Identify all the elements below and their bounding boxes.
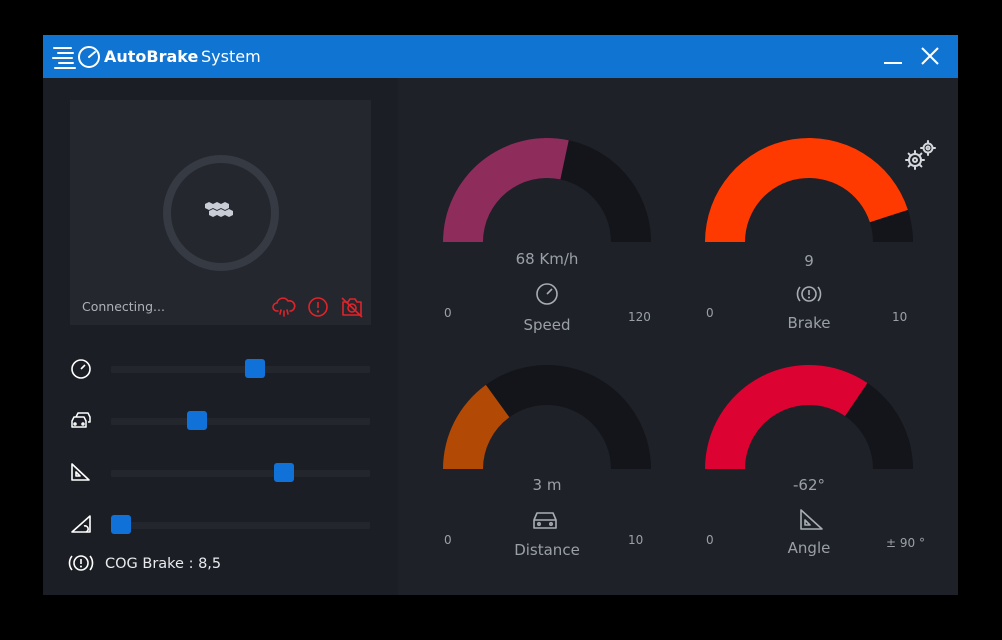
cog-brake-readout: COG Brake : 8,5 [105, 556, 222, 572]
triangle-ruler-icon [71, 463, 90, 481]
autobrake-logo-icon [52, 46, 100, 69]
app-window: AutoBrake System Connecting... COG Brake… [43, 35, 958, 595]
speed-label: Speed [523, 316, 571, 334]
angle-min: 0 [706, 533, 714, 547]
distance-slider[interactable] [111, 418, 370, 425]
angle-slider-thumb[interactable] [273, 463, 294, 482]
cars-icon [71, 412, 91, 428]
camera-off-icon [341, 297, 363, 318]
angle-gauge: -62° Angle 0 ± 90 ° [704, 365, 944, 565]
brake-gauge-arc [705, 138, 913, 242]
speed-slider[interactable] [111, 366, 370, 373]
distance-label: Distance [514, 541, 580, 559]
speed-max: 120 [628, 310, 651, 324]
distance-gauge-arc [443, 365, 651, 469]
angle-slider-row [43, 458, 398, 488]
slope-slider[interactable] [111, 522, 370, 529]
distance-value: 3 m [532, 476, 562, 494]
hexagon-cluster-icon [205, 202, 233, 217]
car-icon [533, 512, 557, 529]
brake-label: Brake [787, 314, 831, 332]
distance-gauge: 3 m Distance 0 10 [442, 365, 682, 565]
speed-gauge: 68 Km/h Speed 0 120 [442, 138, 682, 338]
app-name: AutoBrake [104, 47, 199, 66]
camera-view: Connecting... [70, 100, 371, 325]
brake-gauge: 9 Brake 0 10 [704, 138, 944, 338]
angle-gauge-arc [705, 365, 913, 469]
angle-slider[interactable] [111, 470, 370, 477]
gauge-fill [443, 138, 569, 242]
slope-icon [71, 515, 91, 533]
brake-warning-icon [796, 286, 822, 302]
distance-slider-row [43, 406, 398, 436]
speed-slider-thumb[interactable] [244, 359, 265, 378]
slope-slider-thumb[interactable] [111, 515, 131, 534]
distance-min: 0 [444, 533, 452, 547]
close-button[interactable] [916, 43, 944, 71]
speed-value: 68 Km/h [515, 250, 579, 268]
brake-warning-icon [68, 555, 94, 571]
brake-max: 10 [892, 310, 908, 324]
angle-max: ± 90 ° [886, 536, 925, 550]
speedometer-icon [536, 283, 558, 305]
brake-value: 9 [804, 252, 814, 270]
speed-min: 0 [444, 306, 452, 320]
distance-max: 10 [628, 533, 644, 547]
speedometer-icon [71, 359, 91, 379]
gauge-fill [705, 365, 868, 469]
minimize-button[interactable] [879, 43, 907, 71]
angle-value: -62° [793, 476, 825, 494]
triangle-ruler-icon [800, 509, 823, 530]
angle-label: Angle [787, 539, 831, 557]
speed-gauge-arc [443, 138, 651, 242]
distance-slider-thumb[interactable] [187, 411, 208, 430]
speed-slider-row [43, 354, 398, 384]
cloud-rain-alert-icon [272, 297, 296, 317]
control-panel: Connecting... COG Brake: 8,5 [43, 78, 398, 595]
brake-min: 0 [706, 306, 714, 320]
connection-status: Connecting... [82, 299, 165, 314]
title-bar: AutoBrake System [43, 35, 958, 78]
slope-slider-row [43, 510, 398, 540]
gauges-panel: 68 Km/h Speed 0 120 9 Brake 0 10 3 m Dis… [398, 78, 958, 595]
app-subtitle: System [201, 47, 261, 66]
alert-circle-icon [308, 297, 328, 317]
